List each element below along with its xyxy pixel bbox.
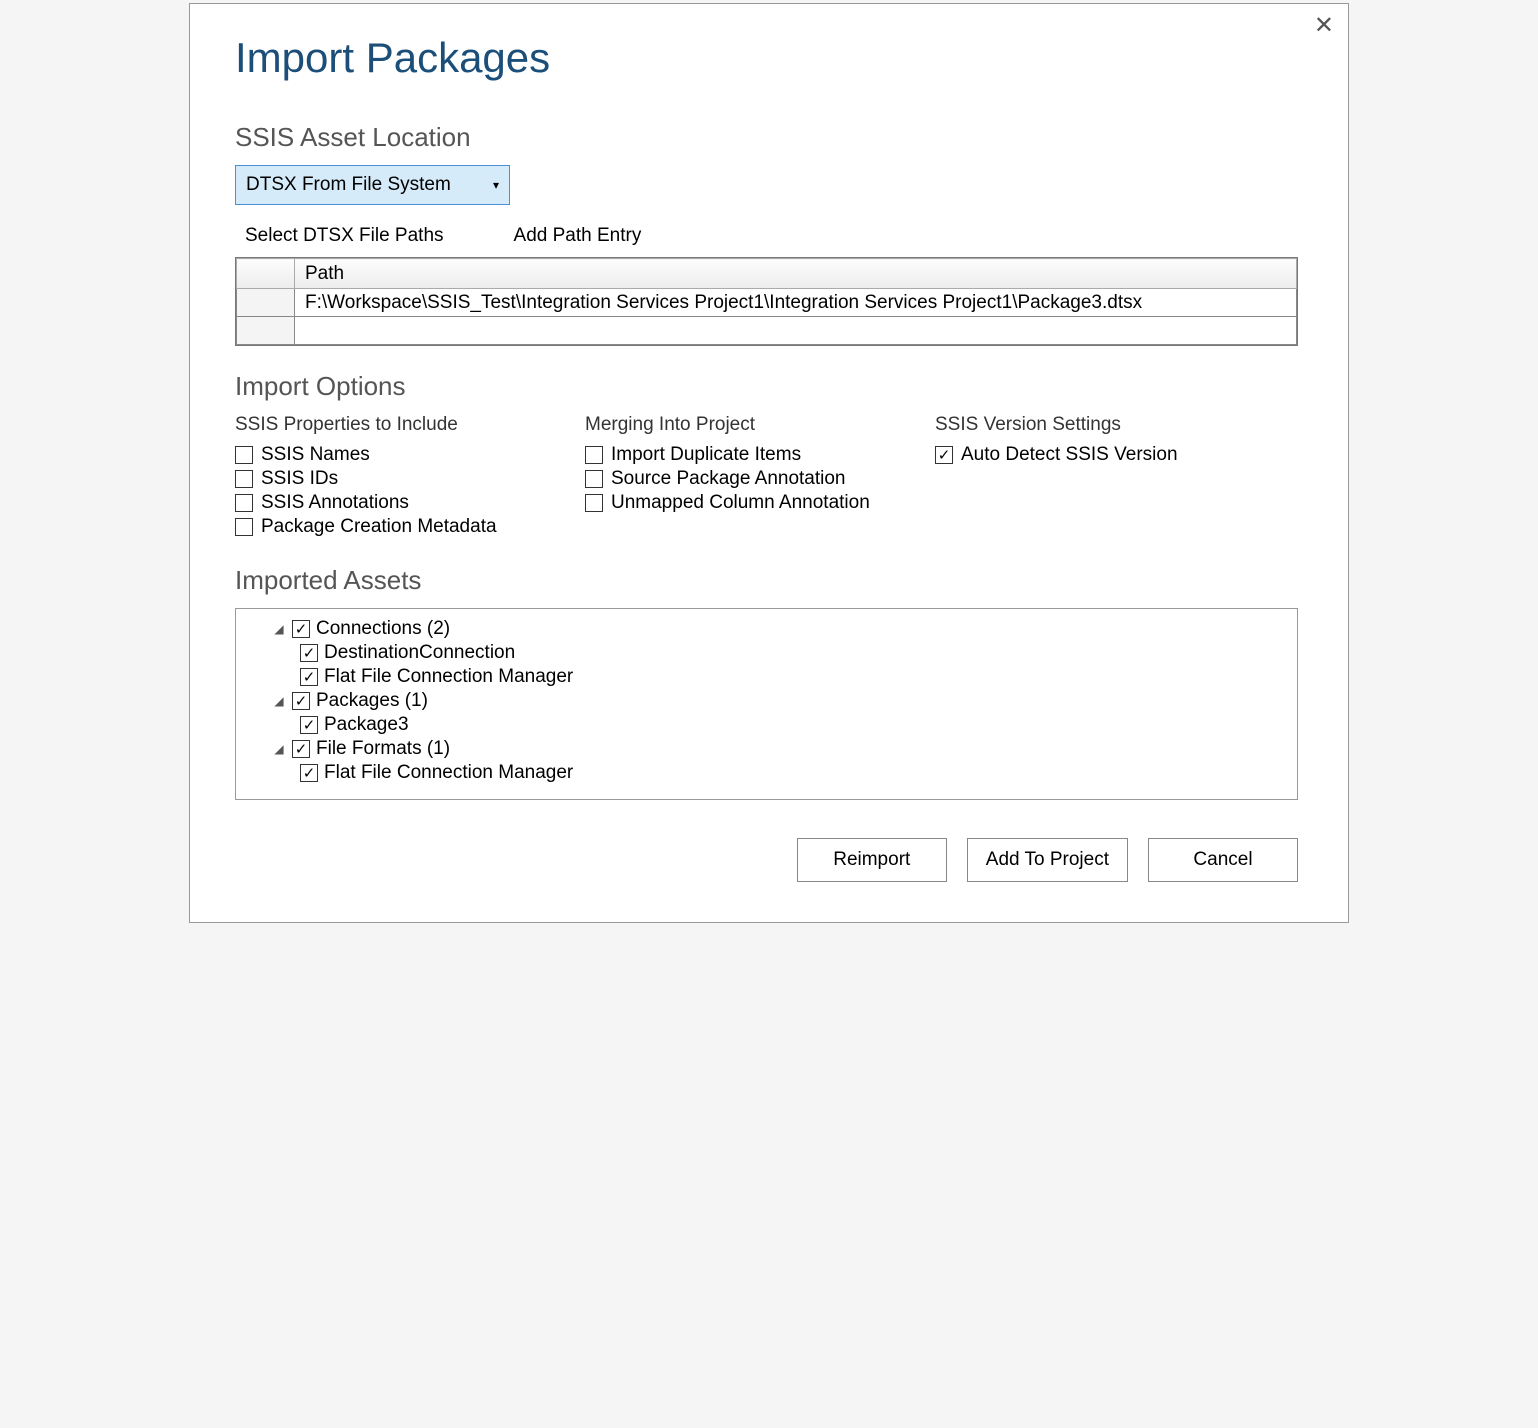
- tree-item-label: Flat File Connection Manager: [324, 762, 573, 784]
- options-column-title: SSIS Version Settings: [935, 414, 1225, 436]
- add-path-entry-button[interactable]: Add Path Entry: [514, 225, 642, 247]
- options-column: SSIS Properties to IncludeSSIS NamesSSIS…: [235, 414, 525, 540]
- option-checkbox-row[interactable]: Source Package Annotation: [585, 468, 875, 490]
- options-column: Merging Into Project Import Duplicate Ite…: [585, 414, 875, 540]
- option-label: SSIS Annotations: [261, 492, 409, 514]
- grid-corner: [237, 259, 295, 289]
- reimport-button[interactable]: Reimport: [797, 838, 947, 882]
- path-cell[interactable]: [295, 317, 1297, 345]
- table-row[interactable]: [237, 317, 1297, 345]
- tree-item-row[interactable]: ✓ DestinationConnection: [250, 641, 1283, 665]
- checkbox-icon[interactable]: [585, 446, 603, 464]
- tree-group-label: Connections (2): [316, 618, 450, 640]
- tree-item-row[interactable]: ✓ Flat File Connection Manager: [250, 761, 1283, 785]
- checkbox-icon[interactable]: ✓: [300, 716, 318, 734]
- checkbox-icon[interactable]: ✓: [292, 620, 310, 638]
- asset-location-header: SSIS Asset Location: [235, 122, 1298, 153]
- tree-group-row[interactable]: ◢ ✓ Connections (2): [250, 617, 1283, 641]
- option-checkbox-row[interactable]: Unmapped Column Annotation: [585, 492, 875, 514]
- options-column-title: Merging Into Project: [585, 414, 875, 436]
- paths-grid[interactable]: Path F:\Workspace\SSIS_Test\Integration …: [235, 257, 1298, 346]
- checkbox-icon[interactable]: [235, 494, 253, 512]
- checkbox-icon[interactable]: ✓: [300, 764, 318, 782]
- row-header-cell[interactable]: [237, 317, 295, 345]
- option-checkbox-row[interactable]: ✓ Auto Detect SSIS Version: [935, 444, 1225, 466]
- option-checkbox-row[interactable]: Package Creation Metadata: [235, 516, 525, 538]
- imported-assets-tree: ◢✓Connections (2)✓DestinationConnection✓…: [235, 608, 1298, 800]
- tree-item-row[interactable]: ✓ Package3: [250, 713, 1283, 737]
- add-to-project-button[interactable]: Add To Project: [967, 838, 1128, 882]
- tree-collapse-icon[interactable]: ◢: [272, 694, 286, 708]
- options-column-title: SSIS Properties to Include: [235, 414, 525, 436]
- dialog-title: Import Packages: [235, 34, 1298, 82]
- option-label: Unmapped Column Annotation: [611, 492, 870, 514]
- checkbox-icon[interactable]: ✓: [292, 692, 310, 710]
- close-icon[interactable]: ✕: [1314, 14, 1334, 38]
- import-options-header: Import Options: [235, 371, 1298, 402]
- checkbox-icon[interactable]: [585, 470, 603, 488]
- checkbox-icon[interactable]: ✓: [300, 644, 318, 662]
- tree-item-row[interactable]: ✓ Flat File Connection Manager: [250, 665, 1283, 689]
- tree-item-label: Flat File Connection Manager: [324, 666, 573, 688]
- chevron-down-icon: ▾: [493, 178, 499, 192]
- option-checkbox-row[interactable]: SSIS Annotations: [235, 492, 525, 514]
- option-label: Source Package Annotation: [611, 468, 846, 490]
- option-label: Import Duplicate Items: [611, 444, 801, 466]
- checkbox-icon[interactable]: ✓: [292, 740, 310, 758]
- tree-group-label: Packages (1): [316, 690, 428, 712]
- import-packages-dialog: ✕ Import Packages SSIS Asset Location DT…: [189, 3, 1349, 923]
- asset-location-value: DTSX From File System: [246, 174, 451, 196]
- select-dtsx-paths-button[interactable]: Select DTSX File Paths: [245, 225, 444, 247]
- checkbox-icon[interactable]: [585, 494, 603, 512]
- checkbox-icon[interactable]: [235, 470, 253, 488]
- checkbox-icon[interactable]: [235, 518, 253, 536]
- option-checkbox-row[interactable]: SSIS Names: [235, 444, 525, 466]
- cancel-button[interactable]: Cancel: [1148, 838, 1298, 882]
- tree-collapse-icon[interactable]: ◢: [272, 742, 286, 756]
- option-label: Package Creation Metadata: [261, 516, 497, 538]
- imported-assets-header: Imported Assets: [235, 565, 1298, 596]
- option-checkbox-row[interactable]: SSIS IDs: [235, 468, 525, 490]
- table-row[interactable]: F:\Workspace\SSIS_Test\Integration Servi…: [237, 289, 1297, 317]
- options-column: SSIS Version Settings ✓ Auto Detect SSIS V…: [935, 414, 1225, 540]
- tree-item-label: Package3: [324, 714, 409, 736]
- option-label: SSIS Names: [261, 444, 370, 466]
- path-cell[interactable]: F:\Workspace\SSIS_Test\Integration Servi…: [295, 289, 1297, 317]
- path-column-header[interactable]: Path: [295, 259, 1297, 289]
- tree-item-label: DestinationConnection: [324, 642, 515, 664]
- row-header-cell[interactable]: [237, 289, 295, 317]
- checkbox-icon[interactable]: ✓: [300, 668, 318, 686]
- tree-group-label: File Formats (1): [316, 738, 450, 760]
- asset-location-dropdown[interactable]: DTSX From File System ▾: [235, 165, 510, 205]
- option-label: SSIS IDs: [261, 468, 338, 490]
- option-checkbox-row[interactable]: Import Duplicate Items: [585, 444, 875, 466]
- tree-collapse-icon[interactable]: ◢: [272, 622, 286, 636]
- tree-group-row[interactable]: ◢ ✓ File Formats (1): [250, 737, 1283, 761]
- checkbox-icon[interactable]: [235, 446, 253, 464]
- option-label: Auto Detect SSIS Version: [961, 444, 1178, 466]
- checkbox-icon[interactable]: ✓: [935, 446, 953, 464]
- tree-group-row[interactable]: ◢ ✓ Packages (1): [250, 689, 1283, 713]
